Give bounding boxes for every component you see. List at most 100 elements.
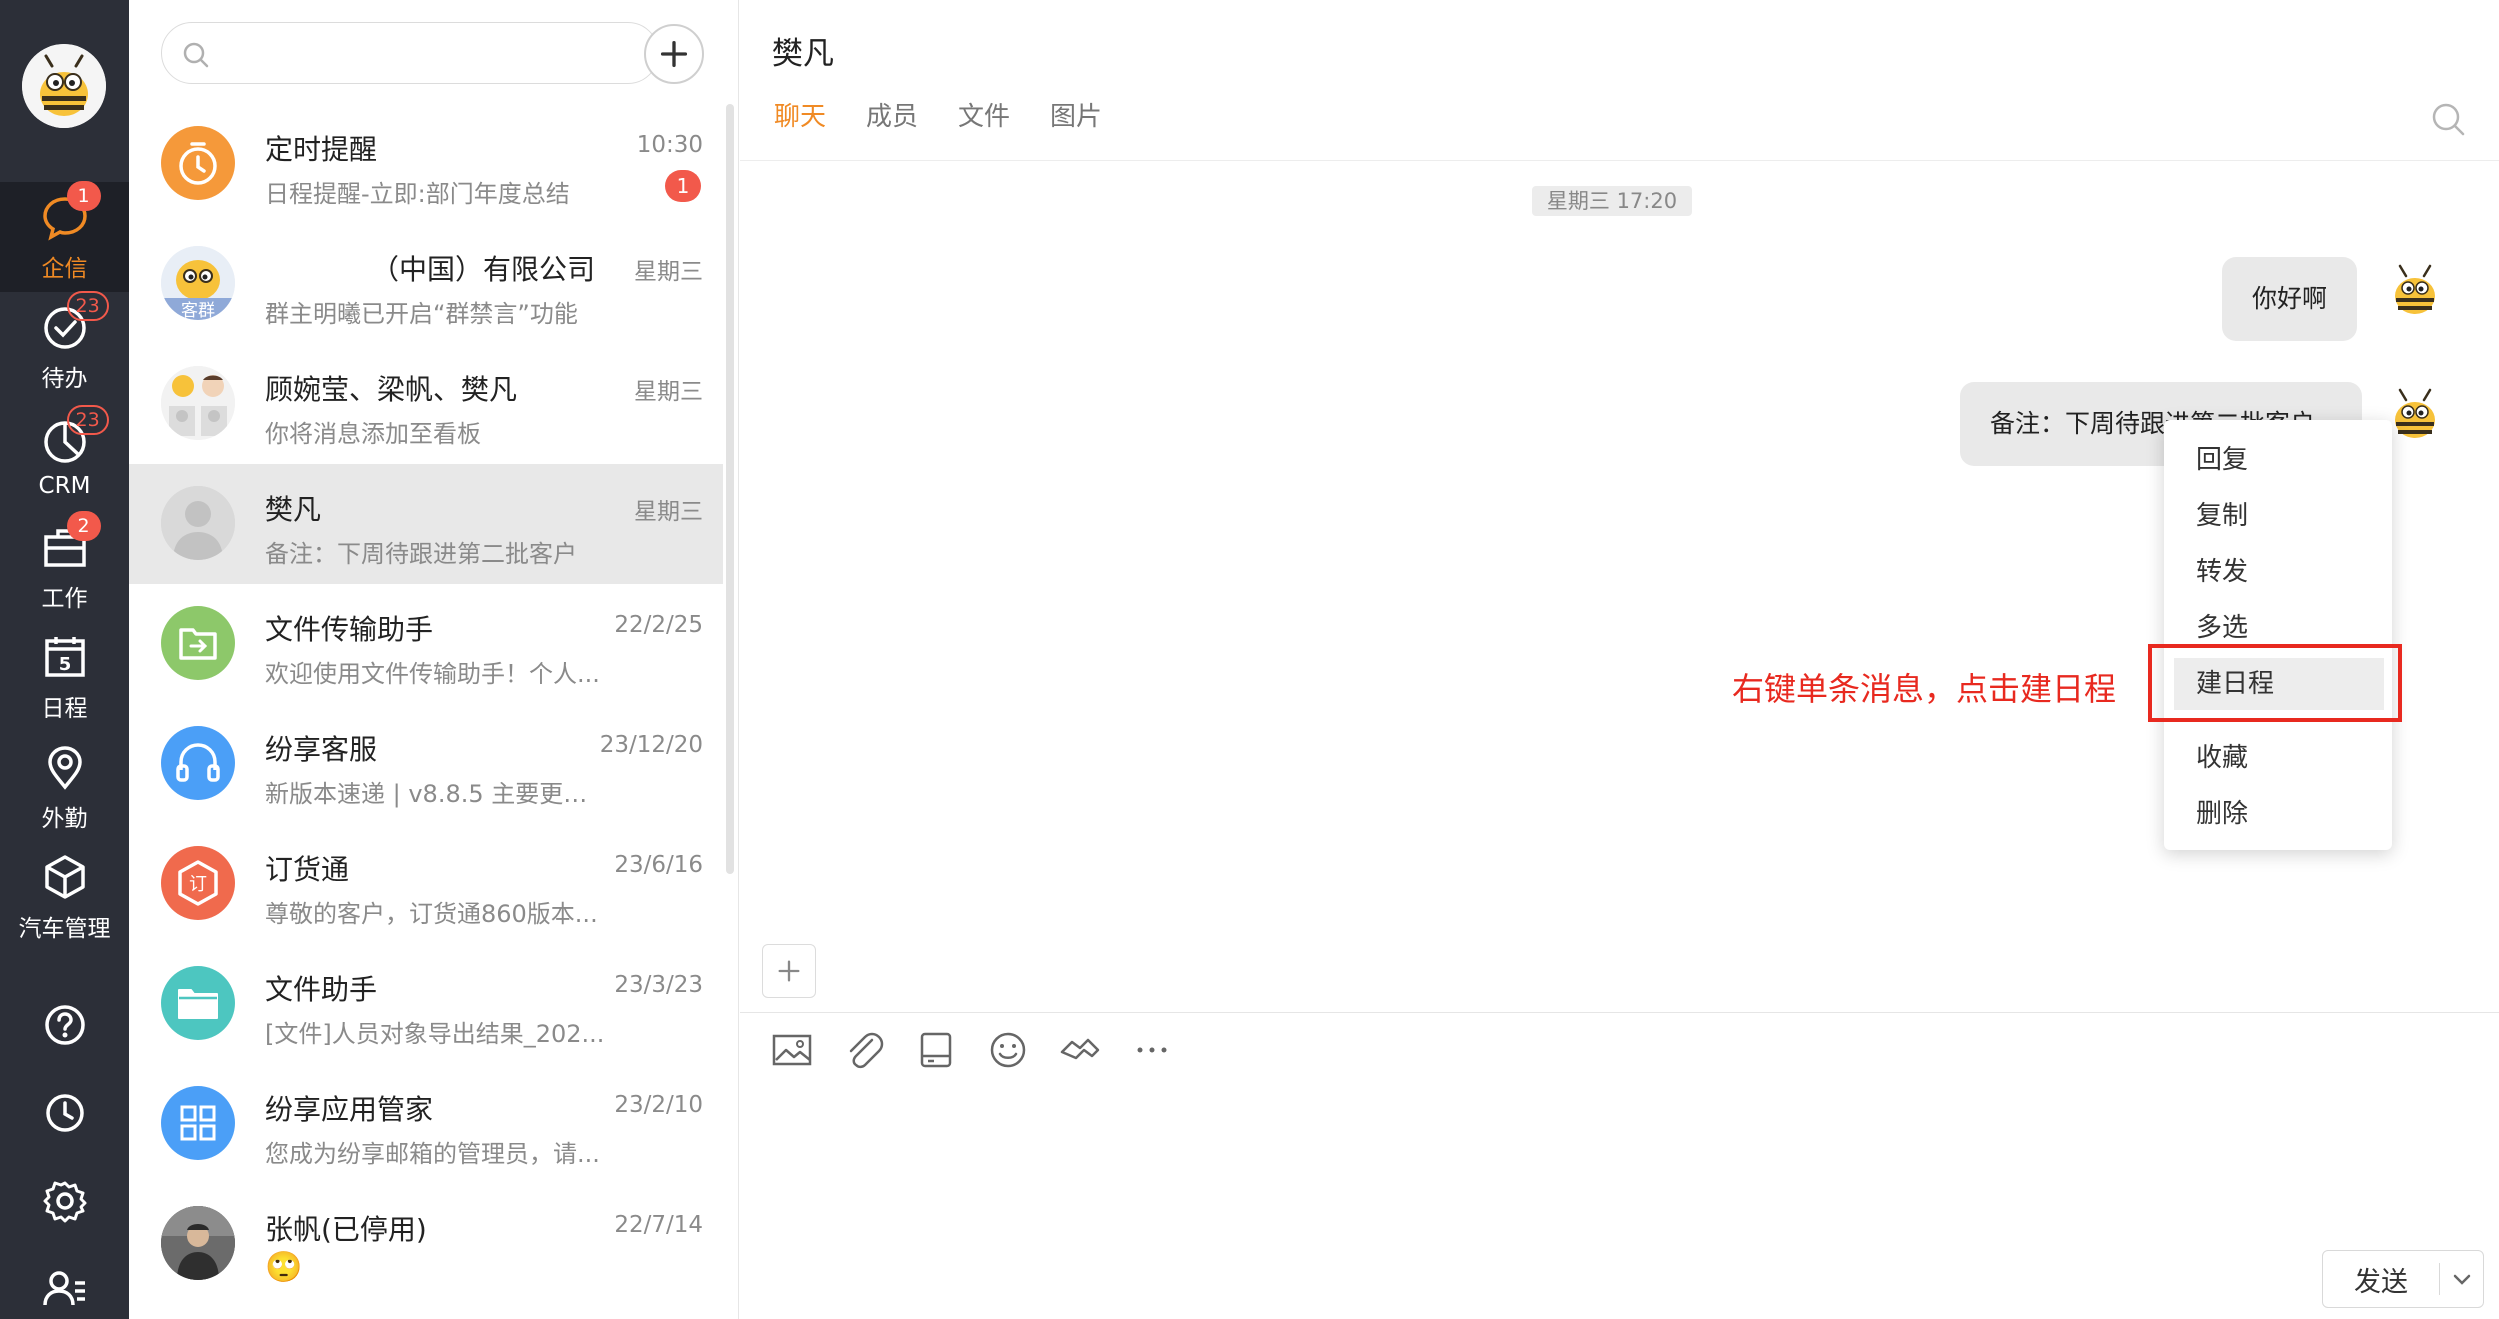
conversation-item[interactable]: 张帆(已停用) 22/7/14 🙄 (129, 1184, 723, 1304)
conversation-name: 顾婉莹、梁帆、樊凡 (265, 373, 518, 406)
nav-label-crm: CRM (38, 473, 91, 499)
tab-images[interactable]: 图片 (1050, 96, 1102, 133)
conversation-time: 星期三 (634, 259, 703, 285)
cube-icon (44, 855, 85, 899)
conversation-item-selected[interactable]: 樊凡 星期三 备注：下周待跟进第二批客户 (129, 464, 723, 584)
plus-icon (660, 40, 688, 68)
settings-button[interactable] (0, 1161, 129, 1241)
menu-item-favorite[interactable]: 收藏 (2164, 732, 2392, 784)
menu-item-delete[interactable]: 删除 (2164, 788, 2392, 840)
conversation-name: 纷享应用管家 (265, 1093, 434, 1126)
conversation-avatar (161, 1086, 235, 1160)
conversation-avatar (161, 726, 235, 800)
conversation-name: 文件传输助手 (265, 613, 434, 646)
nav-badge-qixin: 1 (66, 181, 101, 211)
tutorial-annotation: 右键单条消息，点击建日程 (1732, 670, 2117, 708)
emoji-icon (990, 1032, 1026, 1068)
conversation-preview: 🙄 (265, 1250, 303, 1285)
tab-chat[interactable]: 聊天 (774, 96, 826, 133)
alarm-clock-icon (179, 142, 217, 185)
main-nav-rail: 1 企信 23 待办 23 CRM 2 工作 5 日程 外勤 汽车管理 (0, 0, 129, 1319)
conversation-name: 张帆(已停用) (265, 1213, 427, 1246)
conversation-item[interactable]: 纷享应用管家 23/2/10 您成为纷享邮箱的管理员，请... (129, 1064, 723, 1184)
disk-icon (920, 1032, 952, 1068)
user-list-icon (42, 1271, 85, 1306)
net-disk-button[interactable] (914, 1028, 958, 1072)
conversation-item[interactable]: 纷享客服 23/12/20 新版本速递 | v8.8.5 主要更新... (129, 704, 723, 824)
menu-item-forward[interactable]: 转发 (2164, 546, 2392, 598)
more-actions-plus-button[interactable] (762, 944, 816, 998)
search-icon (183, 42, 209, 68)
chat-panel: 樊凡 聊天 成员 文件 图片 星期三 17:20 你好啊 备注：下周待跟进第二批… (740, 0, 2499, 1319)
send-image-button[interactable] (770, 1028, 814, 1072)
conversation-avatar (161, 486, 235, 560)
send-button[interactable]: 发送 (2323, 1251, 2439, 1307)
nav-item-calendar[interactable]: 5 日程 (0, 622, 129, 732)
highlight-frame (2148, 644, 2402, 722)
conversation-preview: 尊敬的客户，订货通860版本... (265, 900, 598, 928)
nav-item-crm[interactable]: 23 CRM (0, 402, 129, 512)
conversation-item[interactable]: 顾婉莹、梁帆、樊凡 星期三 你将消息添加至看板 (129, 344, 723, 464)
order-icon: 订 (178, 860, 218, 906)
send-button-group: 发送 (2322, 1250, 2484, 1308)
help-button[interactable] (0, 985, 129, 1065)
conversation-avatar (161, 1206, 235, 1280)
search-input[interactable] (222, 35, 642, 73)
list-scrollbar[interactable] (726, 104, 734, 874)
file-transfer-icon (179, 628, 217, 660)
more-tools-button[interactable] (1130, 1028, 1174, 1072)
conversation-preview: 你将消息添加至看板 (265, 420, 481, 448)
nav-label-todo: 待办 (41, 366, 88, 392)
message-bubble[interactable]: 你好啊 (2222, 257, 2358, 341)
search-box[interactable] (161, 22, 659, 84)
conversation-avatar (161, 126, 235, 200)
bee-mascot-icon (22, 44, 106, 128)
tab-files[interactable]: 文件 (958, 96, 1010, 133)
nav-label-car: 汽车管理 (18, 916, 111, 942)
nav-item-qixin[interactable]: 1 企信 (0, 181, 129, 292)
folder-icon (178, 989, 218, 1019)
nav-item-field[interactable]: 外勤 (0, 732, 129, 842)
conversation-name: 文件助手 (265, 973, 378, 1006)
conversation-item[interactable]: 订 订货通 23/6/16 尊敬的客户，订货通860版本... (129, 824, 723, 944)
add-conversation-button[interactable] (644, 24, 704, 84)
calendar-day-number: 5 (58, 654, 71, 675)
message-timestamp: 星期三 17:20 (1532, 186, 1692, 216)
send-options-dropdown[interactable] (2441, 1251, 2483, 1307)
conversation-item[interactable]: 文件助手 23/3/23 [文件]人员对象导出结果_202... (129, 944, 723, 1064)
input-divider (740, 1012, 2499, 1013)
image-icon (772, 1034, 812, 1066)
conversation-preview: 备注：下周待跟进第二批客户 (265, 540, 577, 568)
app-logo-avatar[interactable] (22, 44, 106, 128)
conversation-time: 23/12/20 (599, 732, 703, 758)
emoji-button[interactable] (986, 1028, 1030, 1072)
group-tag: 客群 (181, 301, 215, 320)
menu-item-reply[interactable]: 回复 (2164, 434, 2392, 486)
tab-members[interactable]: 成员 (866, 96, 918, 133)
conversation-item[interactable]: 客群 （中国）有限公司 星期三 群主明曦已开启“群禁言”功能 (129, 224, 723, 344)
nav-item-car[interactable]: 汽车管理 (0, 842, 129, 952)
nav-label-work: 工作 (41, 586, 88, 612)
calendar-icon: 5 (44, 637, 85, 677)
conversation-name: 定时提醒 (265, 133, 378, 166)
history-button[interactable] (0, 1073, 129, 1153)
handshake-button[interactable] (1058, 1028, 1102, 1072)
chat-search-icon[interactable] (2429, 100, 2469, 140)
contacts-button[interactable] (0, 1249, 129, 1319)
attach-file-button[interactable] (842, 1028, 886, 1072)
conversation-time: 10:30 (636, 132, 703, 158)
conversation-name: 订货通 (265, 853, 350, 886)
conversation-time: 22/7/14 (614, 1212, 703, 1238)
message-input[interactable] (770, 1090, 2470, 1240)
conversation-avatar (161, 366, 235, 440)
sender-avatar-bee-icon[interactable] (2382, 258, 2448, 324)
conversation-name: （中国）有限公司 (371, 253, 596, 286)
chat-title: 樊凡 (772, 36, 834, 72)
nav-item-todo[interactable]: 23 待办 (0, 291, 129, 402)
conversation-preview: 群主明曦已开启“群禁言”功能 (265, 300, 578, 328)
nav-item-work[interactable]: 2 工作 (0, 511, 129, 622)
conversation-item[interactable]: 文件传输助手 22/2/25 欢迎使用文件传输助手！个人... (129, 584, 723, 704)
menu-item-copy[interactable]: 复制 (2164, 490, 2392, 542)
conversation-item[interactable]: 定时提醒 10:30 日程提醒-立即:部门年度总结 1 (129, 104, 723, 224)
conversation-avatar (161, 606, 235, 680)
